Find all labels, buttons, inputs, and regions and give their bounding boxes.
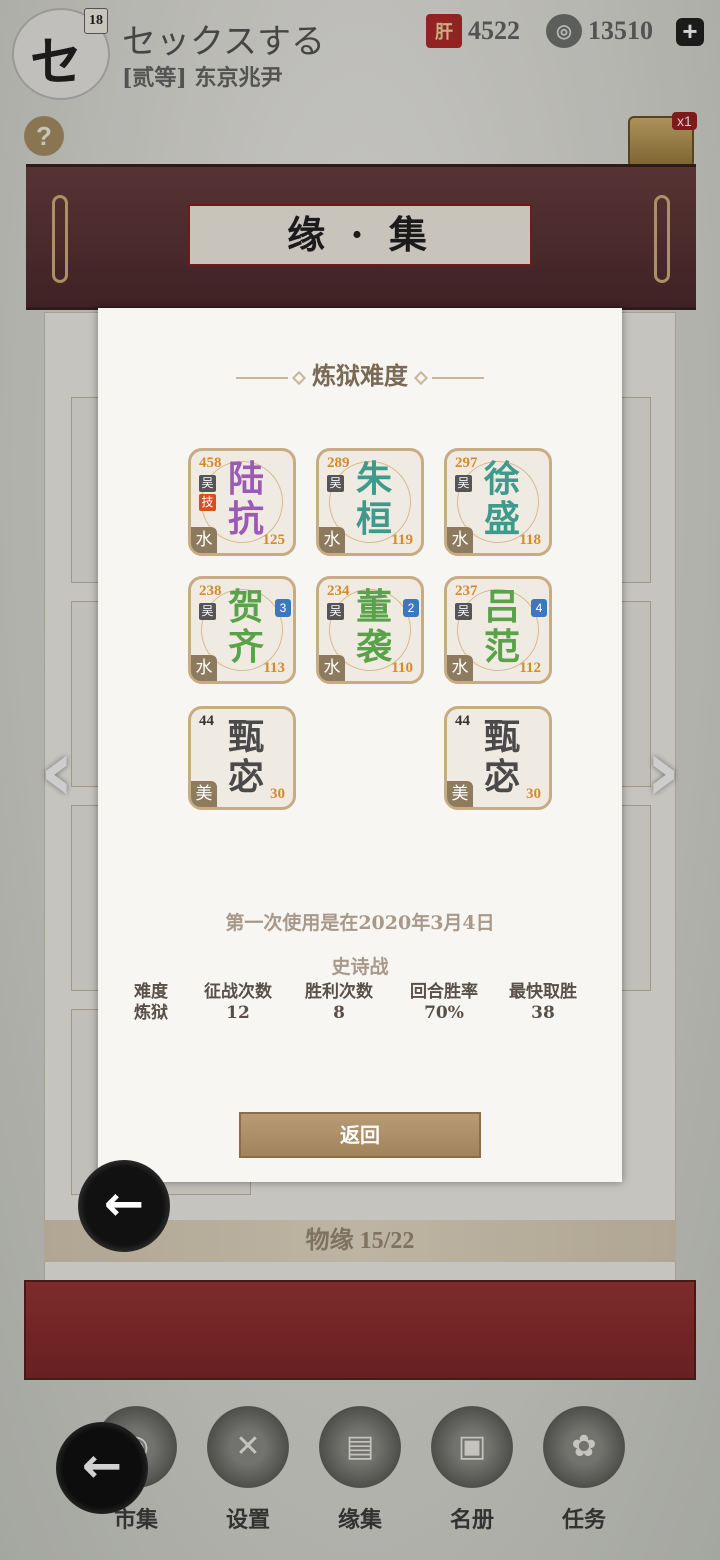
element-badge: 水 (447, 527, 473, 553)
hero-name: 朱 桓 (345, 459, 403, 539)
hero-name-1: 贺 (227, 586, 264, 628)
stat-battles: 征战次数 12 (204, 982, 272, 1024)
stat-value: 38 (531, 1003, 555, 1023)
element-badge: 美 (191, 781, 217, 807)
hero-name: 吕 范 (473, 587, 531, 667)
hero-name-1: 陆 (227, 458, 264, 500)
stat-difficulty: 难度 炼狱 (134, 982, 168, 1024)
diamond-icon (414, 370, 429, 385)
hero-name: 徐 盛 (473, 459, 531, 539)
hero-name-1: 甄 (227, 716, 264, 758)
stat-value: 8 (333, 1003, 345, 1023)
hero-card[interactable]: 458 吴 技 陆 抗 水 125 (188, 448, 296, 556)
element-badge: 水 (319, 655, 345, 681)
return-button[interactable]: 返回 (239, 1112, 481, 1158)
first-use-text: 第一次使用是在2020年3月4日 (225, 912, 495, 934)
hero-name: 甄 宓 (217, 717, 275, 797)
hero-power: 30 (526, 786, 541, 802)
hero-name-1: 甄 (483, 716, 520, 758)
hero-name-1: 朱 (355, 458, 392, 500)
faction-badge: 吴 (327, 603, 344, 620)
hero-name-2: 宓 (483, 756, 520, 798)
rank-badge: 2 (403, 599, 419, 617)
modal-title-row: 炼狱难度 (98, 356, 622, 391)
hero-power: 110 (391, 660, 413, 676)
element-badge: 水 (447, 655, 473, 681)
stat-header: 最快取胜 (509, 982, 577, 1002)
faction-badge: 吴 (199, 475, 216, 492)
hero-name: 甄 宓 (473, 717, 531, 797)
hero-card[interactable]: 234 吴 2 董 袭 水 110 (316, 576, 424, 684)
hero-level: 44 (199, 713, 214, 729)
rank-badge: 3 (275, 599, 291, 617)
stat-header: 难度 (134, 982, 168, 1002)
hero-power: 125 (262, 532, 286, 548)
hero-power: 112 (519, 660, 541, 676)
hero-grid: 458 吴 技 陆 抗 水 125 289 吴 朱 桓 水 119 297 吴 (188, 448, 568, 828)
hero-name-1: 董 (355, 586, 392, 628)
faction-badge: 吴 (455, 475, 472, 492)
skill-badge: 技 (199, 494, 216, 511)
faction-badge: 吴 (455, 603, 472, 620)
hero-card[interactable]: 44 甄 宓 美 30 (444, 706, 552, 810)
hero-name: 贺 齐 (217, 587, 275, 667)
hero-card[interactable]: 297 吴 徐 盛 水 118 (444, 448, 552, 556)
element-badge: 美 (447, 781, 473, 807)
hero-level: 44 (455, 713, 470, 729)
diamond-icon (291, 370, 306, 385)
title-divider (432, 376, 485, 379)
stat-header: 回合胜率 (410, 982, 478, 1002)
faction-badge: 吴 (327, 475, 344, 492)
hero-power: 119 (391, 532, 413, 548)
stat-value: 70% (424, 1003, 464, 1023)
hero-name: 陆 抗 (217, 459, 275, 539)
hero-card[interactable]: 238 吴 3 贺 齐 水 113 (188, 576, 296, 684)
hero-card[interactable]: 237 吴 4 吕 范 水 112 (444, 576, 552, 684)
modal-title: 炼狱难度 (312, 361, 408, 390)
hero-card[interactable]: 44 甄 宓 美 30 (188, 706, 296, 810)
faction-badge: 吴 (199, 603, 216, 620)
hero-name-2: 宓 (227, 756, 264, 798)
rank-badge: 4 (531, 599, 547, 617)
stat-value: 炼狱 (134, 1003, 168, 1023)
stat-value: 12 (226, 1003, 250, 1023)
stat-win-rate: 回合胜率 70% (410, 982, 478, 1024)
back-arrow-icon[interactable]: ← (78, 1160, 170, 1252)
title-divider (235, 376, 288, 379)
hero-power: 118 (519, 532, 541, 548)
hero-card[interactable]: 289 吴 朱 桓 水 119 (316, 448, 424, 556)
element-badge: 水 (191, 655, 217, 681)
hero-power: 30 (270, 786, 285, 802)
hero-name-1: 徐 (483, 458, 520, 500)
element-badge: 水 (191, 527, 217, 553)
hero-name: 董 袭 (345, 587, 403, 667)
hero-name-1: 吕 (483, 586, 520, 628)
hero-power: 113 (263, 660, 285, 676)
stat-header: 胜利次数 (305, 982, 373, 1002)
battle-type: 史诗战 (331, 956, 389, 978)
stat-fastest-win: 最快取胜 38 (509, 982, 577, 1024)
stat-header: 征战次数 (204, 982, 272, 1002)
stat-wins: 胜利次数 8 (305, 982, 373, 1024)
element-badge: 水 (319, 527, 345, 553)
difficulty-modal: 炼狱难度 458 吴 技 陆 抗 水 125 289 吴 朱 桓 水 119 2… (98, 308, 622, 1182)
